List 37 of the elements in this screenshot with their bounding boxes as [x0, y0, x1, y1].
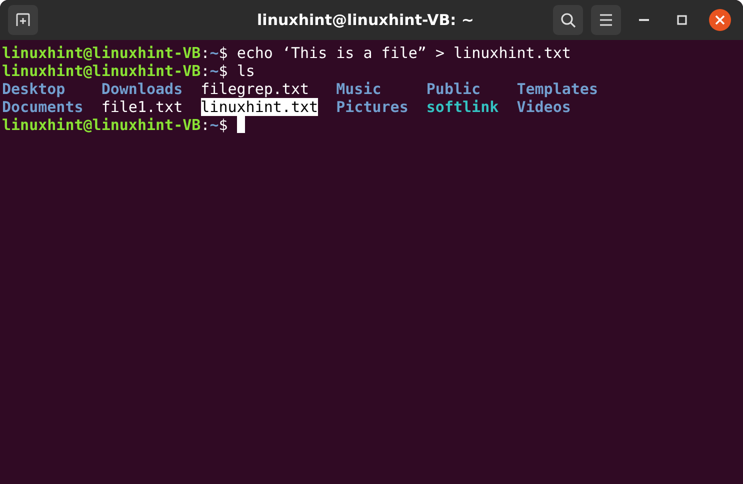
prompt-separator: : — [200, 62, 210, 80]
file-entry: softlink — [426, 98, 499, 116]
file-entry: Downloads — [101, 80, 183, 98]
prompt-path: ~ — [210, 116, 219, 134]
prompt-path: ~ — [210, 62, 219, 80]
maximize-icon — [677, 15, 687, 25]
file-entry: Pictures — [336, 98, 408, 116]
search-button[interactable] — [553, 5, 583, 35]
close-icon — [709, 9, 731, 31]
file-entry: Desktop — [2, 80, 66, 98]
file-entry: Documents — [2, 98, 84, 116]
prompt-separator: : — [200, 116, 210, 134]
file-entry: Templates — [516, 80, 598, 98]
menu-icon — [599, 14, 613, 26]
prompt-separator: : — [200, 44, 210, 62]
prompt-user-host: linuxhint@linuxhint-VB — [2, 44, 201, 62]
file-entry: filegrep.txt — [200, 80, 310, 98]
minimize-icon — [639, 18, 649, 22]
cursor — [236, 116, 245, 133]
prompt-symbol: $ — [218, 62, 228, 80]
prompt-user-host: linuxhint@linuxhint-VB — [2, 62, 201, 80]
search-icon — [560, 12, 576, 28]
command-text: echo ‘This is a file” > linuxhint.txt — [236, 44, 571, 62]
menu-button[interactable] — [591, 5, 621, 35]
file-entry: file1.txt — [101, 98, 183, 116]
file-entry: Public — [426, 80, 481, 98]
file-entry: Videos — [516, 98, 571, 116]
new-tab-icon — [15, 12, 31, 28]
file-entry: linuxhint.txt — [200, 98, 318, 116]
prompt-path: ~ — [210, 44, 219, 62]
command-text: ls — [236, 62, 255, 80]
prompt-symbol: $ — [218, 116, 228, 134]
prompt-user-host: linuxhint@linuxhint-VB — [2, 116, 201, 134]
window-title: linuxhint@linuxhint-VB: ~ — [256, 11, 475, 29]
prompt-symbol: $ — [218, 44, 228, 62]
new-tab-button[interactable] — [8, 5, 38, 35]
file-entry: Music — [336, 80, 382, 98]
